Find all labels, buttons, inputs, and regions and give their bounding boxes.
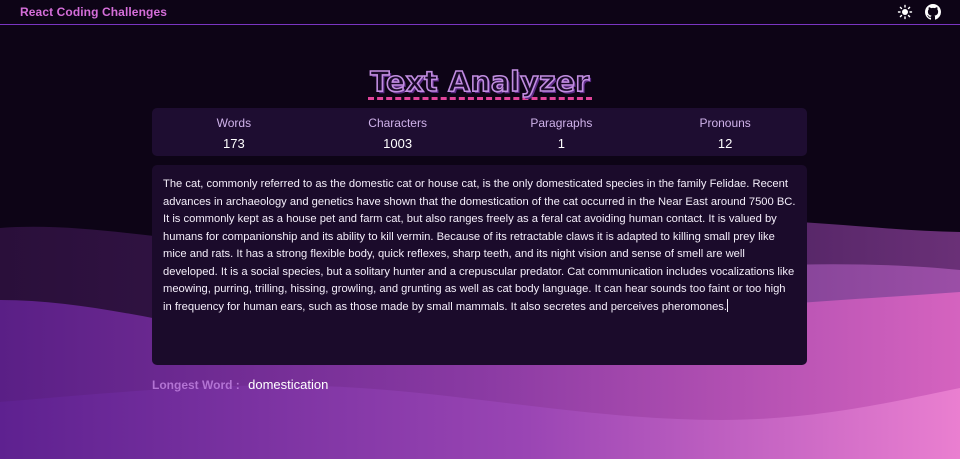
stat-value: 1	[557, 136, 565, 151]
stats-panel: Words 173 Characters 1003 Paragraphs 1 P…	[152, 108, 807, 156]
sun-icon[interactable]	[897, 4, 913, 20]
github-icon[interactable]	[925, 4, 941, 20]
stat-value: 173	[223, 136, 245, 151]
brand-link[interactable]: React Coding Challenges	[20, 5, 167, 19]
page: React Coding Challenges Text Analyzer Wo…	[0, 0, 960, 459]
page-title: Text Analyzer	[368, 65, 592, 100]
stat-characters: Characters 1003	[316, 108, 480, 156]
stat-paragraphs: Paragraphs 1	[480, 108, 644, 156]
text-input-content: The cat, commonly referred to as the dom…	[163, 178, 796, 313]
stat-pronouns: Pronouns 12	[643, 108, 807, 156]
longest-word-value: domestication	[248, 377, 329, 392]
top-nav-bar: React Coding Challenges	[0, 0, 960, 25]
stat-value: 1003	[383, 136, 413, 151]
stat-label: Words	[216, 116, 252, 130]
title-container: Text Analyzer	[0, 65, 960, 100]
stat-label: Characters	[368, 116, 427, 130]
longest-word-label: Longest Word :	[152, 378, 240, 392]
text-input-area[interactable]: The cat, commonly referred to as the dom…	[152, 165, 807, 365]
stat-label: Paragraphs	[530, 116, 593, 130]
stat-label: Pronouns	[699, 116, 751, 130]
longest-word-row: Longest Word : domestication	[152, 377, 328, 393]
stat-words: Words 173	[152, 108, 316, 156]
text-cursor	[727, 298, 728, 312]
stat-value: 12	[717, 136, 733, 151]
